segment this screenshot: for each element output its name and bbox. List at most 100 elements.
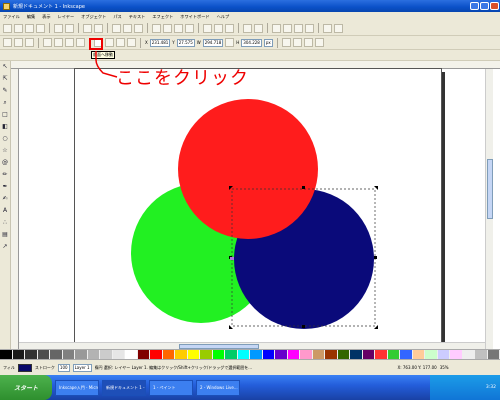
palette-swatch[interactable]: [75, 350, 88, 359]
zoom-tool-icon[interactable]: ⌕: [1, 99, 9, 107]
minimize-button[interactable]: [470, 2, 479, 10]
select-all-layers-icon[interactable]: [14, 38, 23, 47]
spray-tool-icon[interactable]: ∴: [1, 219, 9, 227]
import-icon[interactable]: [54, 23, 63, 33]
pen-tool-icon[interactable]: ✒: [1, 183, 9, 191]
palette-swatch[interactable]: [387, 350, 400, 359]
palette-swatch[interactable]: [0, 350, 13, 359]
text-tool-icon[interactable]: A: [1, 207, 9, 215]
rotate-cw-icon[interactable]: [54, 38, 63, 47]
palette-swatch[interactable]: [450, 350, 463, 359]
palette-swatch[interactable]: [400, 350, 413, 359]
rotate-ccw-icon[interactable]: [43, 38, 52, 47]
fill-swatch[interactable]: [17, 363, 32, 372]
vertical-scrollbar[interactable]: [485, 69, 493, 349]
x-field[interactable]: 231.481: [149, 38, 171, 47]
palette-swatch[interactable]: [325, 350, 338, 359]
new-document-icon[interactable]: [3, 23, 12, 33]
palette-swatch[interactable]: [150, 350, 163, 359]
taskbar-item[interactable]: 新規ドキュメント 1 - Ink...: [102, 379, 146, 396]
palette-swatch[interactable]: [337, 350, 350, 359]
palette-swatch[interactable]: [225, 350, 238, 359]
duplicate-icon[interactable]: [203, 23, 212, 33]
open-icon[interactable]: [14, 23, 23, 33]
taskbar-item[interactable]: 1 - ペイント: [149, 379, 193, 396]
horizontal-scrollbar[interactable]: [19, 342, 485, 349]
zoom-page-icon[interactable]: [174, 23, 183, 33]
palette-swatch[interactable]: [25, 350, 38, 359]
menu-view[interactable]: 表示: [42, 14, 50, 20]
palette-swatch[interactable]: [100, 350, 113, 359]
print-icon[interactable]: [36, 23, 45, 33]
taskbar-item[interactable]: 2 - Windows Live...: [196, 379, 240, 396]
raise-to-top-icon[interactable]: [105, 38, 114, 47]
unit-select[interactable]: px: [263, 38, 273, 47]
palette-swatch[interactable]: [112, 350, 125, 359]
maximize-button[interactable]: [480, 2, 489, 10]
flip-vertical-icon[interactable]: [76, 38, 85, 47]
menu-path[interactable]: パス: [113, 14, 121, 20]
xml-editor-icon[interactable]: [294, 23, 303, 33]
vertical-scroll-thumb[interactable]: [487, 159, 493, 219]
layer-select[interactable]: Layer 1: [72, 363, 92, 372]
copy-icon[interactable]: [112, 23, 121, 33]
zoom-width-icon[interactable]: [185, 23, 194, 33]
palette-swatch[interactable]: [350, 350, 363, 359]
unlink-clone-icon[interactable]: [225, 23, 234, 33]
palette-swatch[interactable]: [462, 350, 475, 359]
lower-icon[interactable]: [116, 38, 125, 47]
calligraphy-tool-icon[interactable]: ✍: [1, 195, 9, 203]
spiral-tool-icon[interactable]: @: [1, 159, 9, 167]
palette-swatch[interactable]: [250, 350, 263, 359]
move-pattern-icon[interactable]: [314, 38, 324, 47]
w-field[interactable]: 294.718: [202, 38, 224, 47]
palette-swatch[interactable]: [137, 350, 150, 359]
fill-stroke-icon[interactable]: [272, 23, 281, 33]
flip-horizontal-icon[interactable]: [65, 38, 74, 47]
palette-swatch[interactable]: [12, 350, 25, 359]
palette-swatch[interactable]: [125, 350, 138, 359]
star-tool-icon[interactable]: ☆: [1, 147, 9, 155]
palette-swatch[interactable]: [62, 350, 75, 359]
menu-help[interactable]: ヘルプ: [217, 14, 230, 20]
start-button[interactable]: スタート: [0, 375, 52, 400]
tweak-tool-icon[interactable]: ✎: [1, 87, 9, 95]
lock-ratio-icon[interactable]: [225, 38, 235, 47]
ellipse-tool-icon[interactable]: ○: [1, 135, 9, 143]
pencil-tool-icon[interactable]: ✏: [1, 171, 9, 179]
palette-swatch[interactable]: [200, 350, 213, 359]
lower-to-bottom-icon[interactable]: [127, 38, 136, 47]
text-font-icon[interactable]: [283, 23, 292, 33]
palette-swatch[interactable]: [475, 350, 488, 359]
scale-corners-icon[interactable]: [292, 38, 302, 47]
palette-swatch[interactable]: [275, 350, 288, 359]
palette-swatch[interactable]: [87, 350, 100, 359]
palette-swatch[interactable]: [175, 350, 188, 359]
rectangle-tool-icon[interactable]: □: [1, 111, 9, 119]
menu-layer[interactable]: レイヤー: [58, 14, 75, 20]
palette-swatch[interactable]: [262, 350, 275, 359]
palette-swatch[interactable]: [312, 350, 325, 359]
scale-stroke-icon[interactable]: [281, 38, 291, 47]
menu-text[interactable]: テキスト: [129, 14, 146, 20]
cut-icon[interactable]: [123, 23, 132, 33]
document-properties-icon[interactable]: [334, 23, 343, 33]
ungroup-icon[interactable]: [254, 23, 263, 33]
redo-icon[interactable]: [94, 23, 103, 33]
palette-swatch[interactable]: [487, 350, 500, 359]
zoom-level[interactable]: 35%: [440, 365, 449, 370]
menu-effects[interactable]: エフェクト: [152, 14, 173, 20]
group-icon[interactable]: [243, 23, 252, 33]
palette-swatch[interactable]: [437, 350, 450, 359]
node-tool-icon[interactable]: ⇱: [1, 75, 9, 83]
palette-swatch[interactable]: [300, 350, 313, 359]
palette-swatch[interactable]: [375, 350, 388, 359]
palette-swatch[interactable]: [425, 350, 438, 359]
menu-file[interactable]: ファイル: [3, 14, 20, 20]
3d-box-tool-icon[interactable]: ◧: [1, 123, 9, 131]
gradient-tool-icon[interactable]: ▤: [1, 231, 9, 239]
palette-swatch[interactable]: [37, 350, 50, 359]
palette-swatch[interactable]: [362, 350, 375, 359]
paste-icon[interactable]: [134, 23, 143, 33]
select-all-icon[interactable]: [3, 38, 12, 47]
